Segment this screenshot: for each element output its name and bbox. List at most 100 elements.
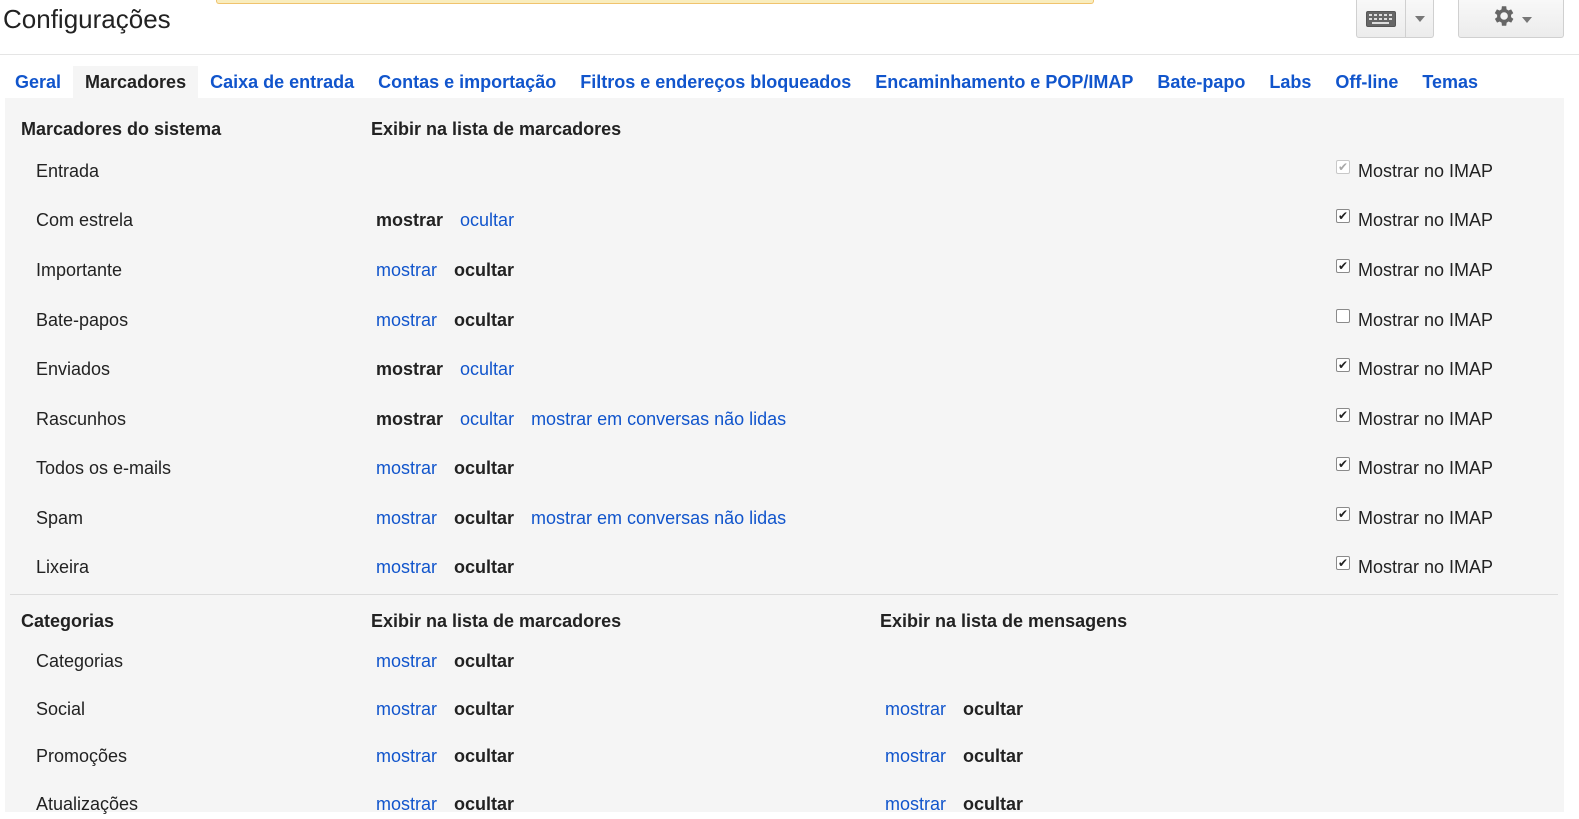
imap-option[interactable]: ✔ Mostrar no IMAP [1336,255,1493,285]
tab-temas[interactable]: Temas [1410,66,1490,98]
label-list-visibility: mostrar ocultar mostrar em conversas não l… [376,503,803,533]
system-label-row: Spam mostrar ocultar mostrar em conversas n… [5,503,1564,533]
tab-bate-papo[interactable]: Bate-papo [1145,66,1257,98]
label-list-show-link[interactable]: mostrar [376,508,437,528]
label-list-show-link[interactable]: mostrar [376,310,437,330]
keyboard-icon[interactable] [1357,10,1405,27]
label-list-hide-link[interactable]: ocultar [460,409,514,429]
message-list-show-link[interactable]: mostrar [885,746,946,766]
label-name: Lixeira [36,557,90,577]
label-list-visibility: mostrar ocultar mostrar em conversas não l… [376,404,803,434]
notification-bar [216,0,1094,4]
top-bar: Configurações [0,0,1579,55]
label-name: Entrada [36,161,100,181]
tab-encaminhamento-e-pop-imap[interactable]: Encaminhamento e POP/IMAP [863,66,1145,98]
tab-filtros-e-endere-os-bloqueados[interactable]: Filtros e endereços bloqueados [568,66,863,98]
message-list-visibility: mostrar ocultar [885,789,1040,819]
label-list-visibility: mostrar ocultar [376,205,531,235]
label-list-visibility: mostrar ocultar [376,305,531,335]
label-name: Todos os e-mails [36,458,172,478]
label-list-hide-link: ocultar [454,794,515,814]
label-list-hide-link: ocultar [454,746,515,766]
imap-option[interactable]: ✔ Mostrar no IMAP [1336,453,1493,483]
message-list-hide-link: ocultar [963,699,1024,719]
label-list-hide-link: ocultar [454,557,515,577]
labels-settings-panel: Marcadores do sistema Exibir na lista de … [5,98,1564,814]
imap-checkbox[interactable]: ✔ [1336,209,1350,223]
imap-option[interactable]: ✔ Mostrar no IMAP [1336,205,1493,235]
label-list-visibility: mostrar ocultar [376,789,531,819]
imap-option[interactable]: Mostrar no IMAP [1336,305,1493,335]
tab-marcadores[interactable]: Marcadores [73,66,199,98]
imap-label: Mostrar no IMAP [1358,358,1494,379]
imap-option[interactable]: ✔ Mostrar no IMAP [1336,552,1493,582]
system-label-row: Entrada ✔ Mostrar no IMAP [5,156,1564,186]
label-list-visibility: mostrar ocultar [376,741,531,771]
label-list-show-link[interactable]: mostrar [376,260,437,280]
imap-label: Mostrar no IMAP [1358,160,1494,181]
label-list-visibility: mostrar ocultar [376,354,531,384]
message-list-visibility: mostrar ocultar [885,741,1040,771]
label-list-visibility: mostrar ocultar [376,453,531,483]
input-tools-button[interactable] [1356,0,1434,38]
label-list-visibility: mostrar ocultar [376,646,531,676]
categories-heading: Categorias [21,611,115,631]
chevron-down-icon[interactable] [1406,15,1433,22]
imap-label: Mostrar no IMAP [1358,259,1494,280]
imap-checkbox[interactable]: ✔ [1336,507,1350,521]
imap-checkbox[interactable]: ✔ [1336,457,1350,471]
label-list-hide-link[interactable]: ocultar [460,359,514,379]
imap-checkbox[interactable]: ✔ [1336,556,1350,570]
label-list-show-link: mostrar [376,359,444,379]
tab-caixa-de-entrada[interactable]: Caixa de entrada [198,66,366,98]
imap-checkbox[interactable]: ✔ [1336,259,1350,273]
label-list-show-unread-link[interactable]: mostrar em conversas não lidas [531,508,786,528]
settings-button[interactable] [1458,0,1564,38]
label-list-visibility: mostrar ocultar [376,255,531,285]
label-list-show-link[interactable]: mostrar [376,794,437,814]
tab-contas-e-importa-o[interactable]: Contas e importação [366,66,568,98]
imap-label: Mostrar no IMAP [1358,408,1494,429]
system-labels-heading: Marcadores do sistema [21,119,222,139]
label-list-show-unread-link[interactable]: mostrar em conversas não lidas [531,409,786,429]
label-list-show-link[interactable]: mostrar [376,746,437,766]
category-row: Categorias mostrar ocultar [5,646,1564,676]
section-divider [10,594,1558,595]
imap-label: Mostrar no IMAP [1358,309,1494,330]
imap-checkbox[interactable] [1336,309,1350,323]
label-list-visibility: mostrar ocultar [376,694,531,724]
system-label-row: Importante mostrar ocultar ✔ Mostrar no IMAP [5,255,1564,285]
tab-off-line[interactable]: Off-line [1323,66,1410,98]
tab-labs[interactable]: Labs [1257,66,1323,98]
category-row: Promoções mostrar ocultar mostrar ocultar [5,741,1564,771]
message-list-hide-link: ocultar [963,746,1024,766]
imap-option[interactable]: ✔ Mostrar no IMAP [1336,404,1493,434]
imap-option[interactable]: ✔ Mostrar no IMAP [1336,354,1493,384]
label-list-hide-link[interactable]: ocultar [460,210,514,230]
label-name: Spam [36,508,84,528]
message-list-show-link[interactable]: mostrar [885,699,946,719]
label-list-show-link[interactable]: mostrar [376,651,437,671]
label-list-show-link[interactable]: mostrar [376,699,437,719]
category-name: Categorias [36,651,124,671]
imap-label: Mostrar no IMAP [1358,457,1494,478]
label-list-visibility: mostrar ocultar [376,552,531,582]
label-list-show-link[interactable]: mostrar [376,458,437,478]
imap-option[interactable]: ✔ Mostrar no IMAP [1336,156,1493,186]
imap-checkbox[interactable]: ✔ [1336,358,1350,372]
message-list-show-link[interactable]: mostrar [885,794,946,814]
category-name: Atualizações [36,794,139,814]
message-list-column-heading: Exibir na lista de mensagens [880,611,1128,631]
label-list-column-heading: Exibir na lista de marcadores [371,611,622,631]
label-name: Com estrela [36,210,134,230]
gear-icon [1490,3,1516,34]
label-list-show-link[interactable]: mostrar [376,557,437,577]
imap-option[interactable]: ✔ Mostrar no IMAP [1336,503,1493,533]
message-list-visibility: mostrar ocultar [885,694,1040,724]
label-name: Rascunhos [36,409,127,429]
tab-geral[interactable]: Geral [0,66,73,98]
imap-checkbox[interactable]: ✔ [1336,408,1350,422]
label-list-hide-link: ocultar [454,699,515,719]
label-list-hide-link: ocultar [454,508,515,528]
chevron-down-icon [1522,10,1532,28]
